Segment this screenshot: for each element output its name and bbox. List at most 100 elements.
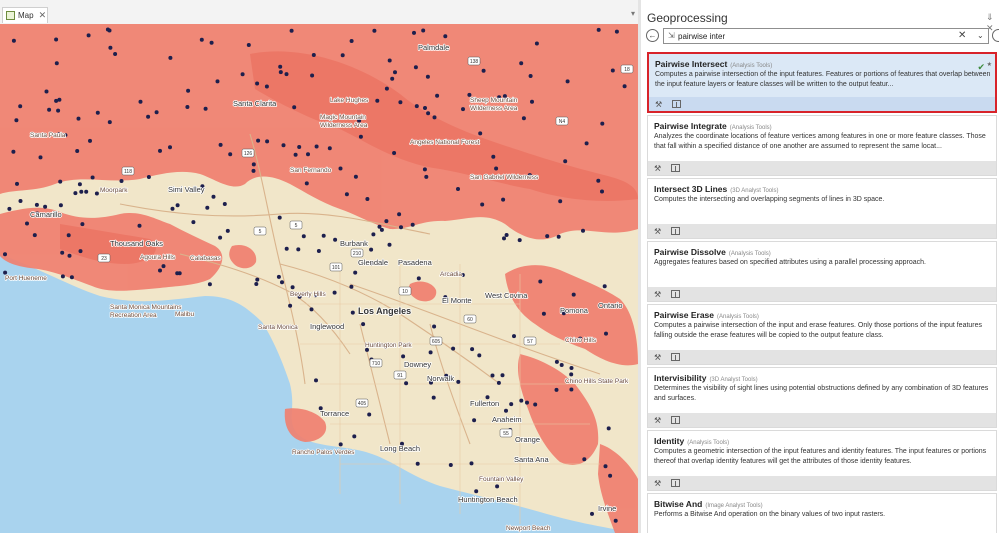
feature-point xyxy=(504,408,508,413)
feature-point xyxy=(443,34,448,39)
map-tab[interactable]: Map ✕ xyxy=(2,7,48,23)
map-view[interactable]: 13818126N4118551012102360591405557101060… xyxy=(0,24,638,533)
feature-point xyxy=(563,159,568,164)
search-input[interactable] xyxy=(678,30,948,42)
map-pane: Map ✕ ▾ 138 18 126 N4 118 5 5 101 210 23… xyxy=(0,0,638,533)
toolbox-name: (3D Analyst Tools) xyxy=(730,188,779,194)
feature-point xyxy=(332,290,337,295)
place-label: Palmdale xyxy=(418,43,449,52)
feature-point xyxy=(333,237,338,242)
hammer-icon[interactable]: ⚒ xyxy=(654,353,661,362)
geoprocessing-pane: Geoprocessing ⇓ ✕ ← ⇲ ✕ ⌄ Pairwise Inter… xyxy=(641,0,999,533)
feature-point xyxy=(78,249,83,254)
tool-heading: Identity (Analysis Tools) xyxy=(654,436,729,446)
feature-point xyxy=(84,189,89,194)
feature-point xyxy=(581,228,585,233)
feature-point xyxy=(387,242,392,247)
tool-description: Aggregates features based on specified a… xyxy=(654,259,927,266)
tool-result-item[interactable]: Intervisibility (3D Analyst Tools) Determi… xyxy=(647,367,997,428)
feature-point xyxy=(60,250,65,255)
tool-result-item[interactable]: Pairwise Integrate (Analysis Tools) Analyz… xyxy=(647,115,997,176)
tool-result-item[interactable]: Bitwise And (Image Analyst Tools) Performs… xyxy=(647,493,997,533)
feature-point xyxy=(290,285,295,290)
tool-result-item[interactable]: Identity (Analysis Tools) Computes a geome… xyxy=(647,430,997,491)
highway-number: 91 xyxy=(397,373,403,379)
tool-result-item[interactable]: Pairwise Intersect (Analysis Tools) Comput… xyxy=(647,52,997,113)
feature-point xyxy=(431,395,436,400)
place-label: West Covina xyxy=(485,291,528,300)
feature-point xyxy=(199,37,204,42)
feature-point xyxy=(54,37,59,42)
map-icon xyxy=(6,11,15,20)
back-icon[interactable]: ← xyxy=(646,29,659,42)
feature-point xyxy=(344,192,349,197)
tool-properties-icon[interactable] xyxy=(671,227,680,235)
feature-point xyxy=(494,166,499,171)
tool-result-item[interactable]: Intersect 3D Lines (3D Analyst Tools) Comp… xyxy=(647,178,997,239)
favorite-icon[interactable]: ★ xyxy=(987,61,992,68)
tool-result-item[interactable]: Pairwise Dissolve (Analysis Tools) Aggrega… xyxy=(647,241,997,302)
feature-point xyxy=(361,322,366,327)
feature-point xyxy=(530,99,534,104)
feature-point xyxy=(43,204,48,209)
hammer-icon[interactable]: ⚒ xyxy=(654,479,661,488)
feature-point xyxy=(185,105,190,109)
highway-number: 101 xyxy=(332,265,341,271)
hammer-icon[interactable]: ⚒ xyxy=(654,227,661,236)
hammer-icon[interactable]: ⚒ xyxy=(654,416,661,425)
feature-point xyxy=(340,53,345,58)
feature-point xyxy=(495,484,500,489)
clear-icon[interactable]: ✕ xyxy=(958,30,966,41)
tool-result-item[interactable]: Pairwise Erase (Analysis Tools) Computes a… xyxy=(647,304,997,365)
tool-properties-icon[interactable] xyxy=(671,290,680,298)
tool-properties-icon[interactable] xyxy=(672,100,681,108)
feature-point xyxy=(554,387,559,392)
tool-properties-icon[interactable] xyxy=(671,416,680,424)
search-box[interactable]: ⇲ ✕ ⌄ xyxy=(663,28,989,44)
feature-point xyxy=(392,151,397,155)
feature-point xyxy=(18,199,23,203)
feature-point xyxy=(293,152,298,157)
place-label: Pasadena xyxy=(398,258,433,267)
place-label: Agoura Hills xyxy=(140,254,176,261)
map-canvas[interactable]: 138 18 126 N4 118 5 5 101 210 23 605 91 405 55 710 10 60… xyxy=(0,24,638,533)
toolbox-name: (Analysis Tools) xyxy=(687,440,730,446)
feature-point xyxy=(610,68,615,73)
feature-point xyxy=(292,105,297,110)
feature-point xyxy=(314,144,319,149)
tool-name: Pairwise Erase xyxy=(654,310,715,320)
feature-point xyxy=(384,86,389,91)
chevron-down-icon[interactable]: ⌄ xyxy=(977,31,984,40)
feature-point xyxy=(422,167,427,172)
tool-properties-icon[interactable] xyxy=(671,164,680,172)
feature-point xyxy=(569,387,574,392)
feature-point xyxy=(377,224,382,229)
tool-properties-icon[interactable] xyxy=(671,479,680,487)
feature-point xyxy=(77,182,82,187)
feature-point xyxy=(254,282,259,286)
feature-point xyxy=(338,166,343,171)
place-label: Calabasas xyxy=(190,255,221,262)
feature-point xyxy=(316,249,321,253)
tool-name: Pairwise Intersect xyxy=(655,59,728,69)
toolbox-icon: ⇲ xyxy=(668,31,675,40)
hammer-icon[interactable]: ⚒ xyxy=(654,164,661,173)
tool-properties-icon[interactable] xyxy=(671,353,680,361)
chevron-down-icon[interactable]: ▾ xyxy=(631,9,635,18)
feature-point xyxy=(541,311,546,316)
place-label: Chino Hills State Park xyxy=(565,378,629,385)
add-icon[interactable] xyxy=(992,29,999,42)
place-label: Fountain Valley xyxy=(479,476,524,483)
close-icon[interactable]: ✕ xyxy=(39,10,47,21)
tool-action-bar: ⚒ xyxy=(648,350,996,364)
place-label: Irvine xyxy=(598,504,616,513)
feature-point xyxy=(73,191,78,196)
hammer-icon[interactable]: ⚒ xyxy=(655,100,662,109)
feature-point xyxy=(3,252,7,257)
place-label: Anaheim xyxy=(492,415,522,424)
place-label: Santa Monica xyxy=(258,324,298,331)
feature-point xyxy=(314,378,318,383)
hammer-icon[interactable]: ⚒ xyxy=(654,290,661,299)
feature-point xyxy=(504,233,509,237)
feature-point xyxy=(256,138,261,143)
